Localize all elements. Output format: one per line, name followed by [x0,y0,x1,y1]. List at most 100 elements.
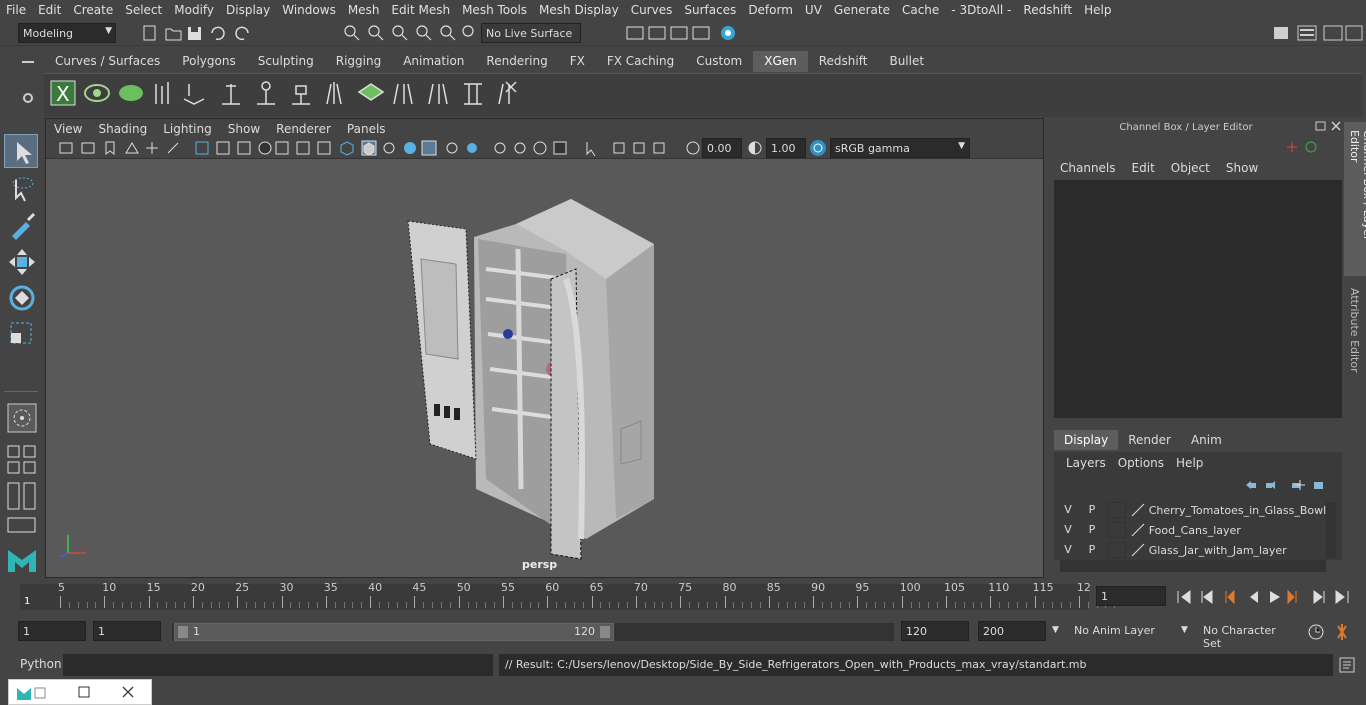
channel-list-area[interactable] [1054,180,1342,418]
paint-tool-icon[interactable] [6,210,38,242]
menu-channel-edit[interactable]: Edit [1124,161,1163,175]
menu-layers[interactable]: Layers [1060,456,1112,470]
viewport-menu-panels[interactable]: Panels [339,122,394,136]
rotate-tool-icon[interactable] [6,282,38,314]
viewport-menu-shading[interactable]: Shading [90,122,155,136]
layer-playback-toggle[interactable]: P [1082,541,1102,559]
gamma-field[interactable]: 1.00 [766,138,806,158]
start-frame-field[interactable]: 1 [18,621,86,641]
tab-rendering[interactable]: Rendering [475,51,558,72]
channel-axis-icons[interactable] [1284,138,1334,156]
menu-select[interactable]: Select [119,3,168,17]
range-slider-right-grip[interactable] [600,626,610,638]
chevron-down-icon[interactable]: ▼ [1181,625,1188,635]
workspace-icons[interactable] [1270,23,1366,43]
viewport-menu-lighting[interactable]: Lighting [155,122,220,136]
layer-color-swatch[interactable] [1107,502,1126,518]
layer-playback-toggle[interactable]: P [1082,521,1102,539]
tab-display[interactable]: Display [1054,430,1119,450]
file-tools-icons[interactable] [140,24,260,42]
select-tool-button[interactable] [4,134,38,168]
layer-row[interactable]: V P Cherry_Tomatoes_in_Glass_Bowl_Fr [1058,500,1328,520]
layer-visibility-toggle[interactable]: V [1058,521,1078,539]
layer-visibility-toggle[interactable]: V [1058,501,1078,519]
lasso-tool-icon[interactable] [6,174,38,206]
render-tools-icons[interactable] [625,23,745,43]
tab-polygons[interactable]: Polygons [171,51,246,72]
menu-mesh-tools[interactable]: Mesh Tools [456,3,533,17]
tab-xgen[interactable]: XGen [753,51,808,72]
anim-prefs-icons[interactable] [1306,622,1356,642]
menu-edit[interactable]: Edit [32,3,67,17]
layer-playback-toggle[interactable]: P [1082,501,1102,519]
live-surface-field[interactable]: No Live Surface [481,23,581,43]
side-tab-attribute-editor[interactable]: Attribute Editor [1344,282,1366,382]
viewport-tool-icons[interactable] [54,139,724,157]
tab-bullet[interactable]: Bullet [878,51,935,72]
character-set-dropdown[interactable]: No Character Set [1197,621,1301,650]
tab-fx-caching[interactable]: FX Caching [596,51,685,72]
menu-display[interactable]: Display [220,3,276,17]
menu-create[interactable]: Create [67,3,119,17]
tab-animation[interactable]: Animation [392,51,475,72]
chevron-down-icon[interactable]: ▼ [1052,625,1059,635]
snap-tools-icons[interactable] [340,23,480,43]
time-slider[interactable]: 1 5 10 15 20 25 30 35 40 45 50 55 60 65 70 75 80 85 90 95 1… [16,580,1116,612]
maximize-icon[interactable] [77,685,93,701]
tab-fx[interactable]: FX [559,51,596,72]
layer-color-swatch[interactable] [1107,522,1126,538]
tab-rigging[interactable]: Rigging [325,51,392,72]
layout-single-view-icon[interactable] [6,516,38,536]
menu-generate[interactable]: Generate [828,3,896,17]
menu-mesh-display[interactable]: Mesh Display [533,3,625,17]
menu-modify[interactable]: Modify [168,3,220,17]
menu-surfaces[interactable]: Surfaces [678,3,742,17]
menu-deform[interactable]: Deform [742,3,799,17]
layer-action-icons[interactable] [1242,478,1332,492]
menu-3dtoall[interactable]: - 3DtoAll - [945,3,1017,17]
anim-layer-dropdown[interactable]: No Anim Layer [1068,621,1178,641]
playback-buttons[interactable] [1174,587,1364,607]
menu-layer-help[interactable]: Help [1170,456,1209,470]
script-editor-icon[interactable] [1338,656,1356,674]
menu-channels[interactable]: Channels [1052,161,1124,175]
layer-scrollbar[interactable] [1326,502,1336,558]
menu-object[interactable]: Object [1163,161,1218,175]
mode-dropdown[interactable]: Modeling ▼ [18,23,116,43]
menu-edit-mesh[interactable]: Edit Mesh [385,3,456,17]
exposure-field[interactable]: 0.00 [702,138,742,158]
tab-custom[interactable]: Custom [685,51,753,72]
tab-curves-surfaces[interactable]: Curves / Surfaces [44,51,171,72]
layout-four-view-icon[interactable] [6,444,38,476]
menu-curves[interactable]: Curves [625,3,679,17]
menu-file[interactable]: File [0,3,32,17]
shelf-settings-icons[interactable] [20,56,36,106]
end-frame-field[interactable]: 200 [978,621,1046,641]
viewport-menu-view[interactable]: View [46,122,90,136]
menu-mesh[interactable]: Mesh [342,3,386,17]
viewport-menu-renderer[interactable]: Renderer [268,122,339,136]
layer-color-swatch[interactable] [1107,542,1126,558]
range-slider-left-grip[interactable] [178,626,188,638]
tab-sculpting[interactable]: Sculpting [247,51,325,72]
command-input[interactable] [63,654,493,676]
show-manipulator-icon[interactable] [6,402,38,434]
menu-windows[interactable]: Windows [276,3,342,17]
menu-show[interactable]: Show [1218,161,1266,175]
tab-anim[interactable]: Anim [1181,430,1232,450]
color-space-dropdown[interactable]: sRGB gamma ▼ [830,138,970,158]
menu-help[interactable]: Help [1078,3,1117,17]
move-tool-icon[interactable] [6,246,38,278]
panel-float-close-icons[interactable] [1314,120,1344,134]
layout-two-view-icon[interactable] [6,480,38,512]
viewport-3d[interactable]: persp [46,159,1043,577]
menu-options[interactable]: Options [1112,456,1170,470]
side-tab-channel-box[interactable]: Channel Box / Layer Editor [1344,122,1366,276]
command-language-label[interactable]: Python [20,657,62,671]
menu-uv[interactable]: UV [799,3,828,17]
scale-tool-icon[interactable] [6,318,38,350]
viewport-menu-show[interactable]: Show [220,122,268,136]
tab-redshift[interactable]: Redshift [808,51,879,72]
xgen-shelf-icons[interactable]: X [44,74,544,116]
color-management-icon[interactable] [809,139,827,157]
